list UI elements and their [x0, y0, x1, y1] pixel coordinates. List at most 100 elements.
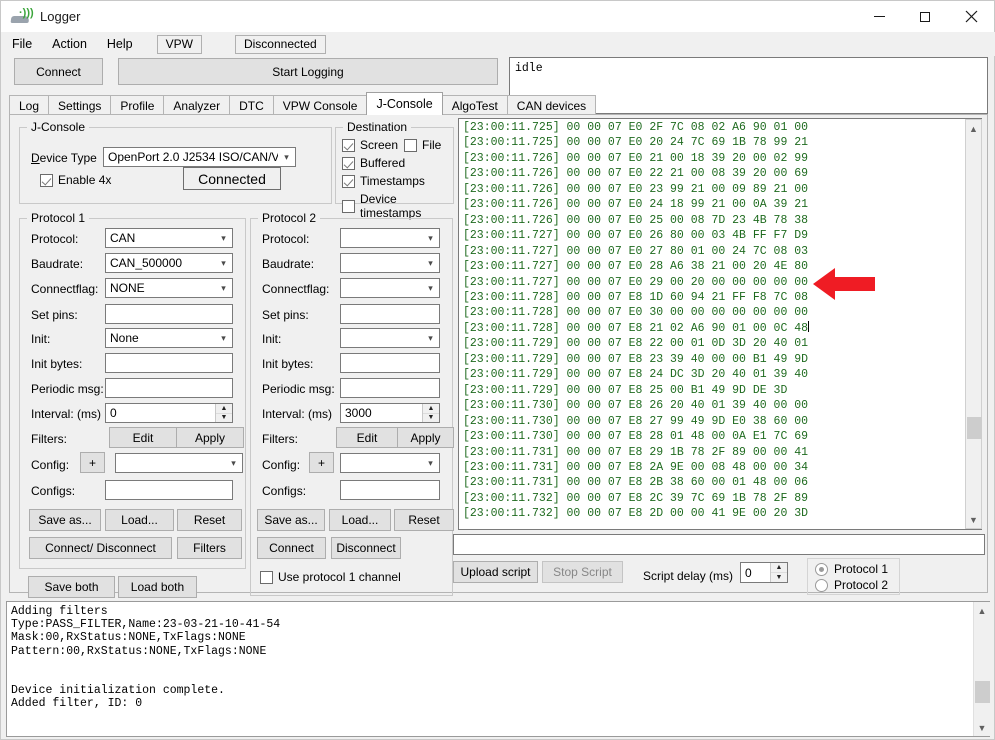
- scrollbar-track[interactable]: [966, 137, 982, 511]
- tab-dtc[interactable]: DTC: [229, 95, 274, 115]
- radio-protocol-1[interactable]: Protocol 1: [815, 562, 888, 576]
- tab-settings[interactable]: Settings: [48, 95, 112, 115]
- console-output-panel[interactable]: [23:00:11.725] 00 00 07 E0 2F 7C 08 02 A…: [458, 118, 982, 530]
- protocol1-config-combo[interactable]: ▾: [115, 453, 243, 473]
- protocol1-init-combo[interactable]: None ▾: [105, 328, 233, 348]
- tab-algotest[interactable]: AlgoTest: [441, 95, 508, 115]
- protocol1-filters-edit-button[interactable]: Edit: [109, 427, 177, 448]
- device-type-combo[interactable]: OpenPort 2.0 J2534 ISO/CAN/VPW ▾: [103, 147, 296, 167]
- protocol2-config-add-button[interactable]: +: [309, 452, 334, 473]
- console-line: [23:00:11.725] 00 00 07 E0 2F 7C 08 02 A…: [463, 121, 809, 134]
- bottom-log-panel[interactable]: Adding filters Type:PASS_FILTER,Name:23-…: [6, 601, 990, 737]
- destination-device-timestamps-checkbox[interactable]: Device timestamps: [342, 192, 453, 220]
- upload-script-button[interactable]: Upload script: [453, 561, 538, 583]
- scroll-down-icon[interactable]: ▼: [974, 719, 990, 736]
- protocol1-interval-value: 0: [110, 406, 117, 420]
- menu-item-action[interactable]: Action: [42, 35, 97, 53]
- protocol1-protocol-combo[interactable]: CAN ▾: [105, 228, 233, 248]
- script-delay-stepper[interactable]: 0 ▲ ▼: [740, 562, 788, 583]
- protocol2-reset-button[interactable]: Reset: [394, 509, 454, 531]
- scrollbar-thumb[interactable]: [967, 417, 982, 439]
- protocol1-save-as-button[interactable]: Save as...: [29, 509, 101, 531]
- menu-item-help[interactable]: Help: [97, 35, 143, 53]
- protocol2-init-combo[interactable]: ▾: [340, 328, 440, 348]
- spinner-arrows[interactable]: ▲ ▼: [770, 563, 787, 582]
- spinner-arrows[interactable]: ▲ ▼: [422, 404, 439, 422]
- console-line: [23:00:11.726] 00 00 07 E0 21 00 18 39 2…: [463, 151, 809, 165]
- protocol2-periodicmsg-input[interactable]: [340, 378, 440, 398]
- protocol1-interval-stepper[interactable]: 0 ▲ ▼: [105, 403, 233, 423]
- load-both-button[interactable]: Load both: [118, 576, 197, 598]
- destination-screen-checkbox[interactable]: Screen: [342, 138, 398, 152]
- scroll-up-icon[interactable]: ▲: [974, 602, 990, 619]
- radio-protocol-2[interactable]: Protocol 2: [815, 578, 888, 592]
- chevron-up-icon[interactable]: ▲: [423, 404, 439, 414]
- destination-timestamps-checkbox[interactable]: Timestamps: [342, 174, 425, 188]
- protocol1-initbytes-input[interactable]: [105, 353, 233, 373]
- maximize-button[interactable]: [902, 1, 948, 32]
- protocol2-save-as-button[interactable]: Save as...: [257, 509, 325, 531]
- protocol2-initbytes-input[interactable]: [340, 353, 440, 373]
- protocol2-filters-label: Filters:: [262, 432, 298, 446]
- scrollbar-track[interactable]: [974, 619, 990, 719]
- destination-file-checkbox[interactable]: File: [404, 138, 441, 152]
- use-protocol1-channel-checkbox[interactable]: Use protocol 1 channel: [260, 570, 401, 584]
- scroll-down-icon[interactable]: ▼: [966, 511, 981, 528]
- protocol1-filters-button[interactable]: Filters: [177, 537, 242, 559]
- minimize-button[interactable]: [856, 1, 902, 32]
- protocol1-baudrate-combo[interactable]: CAN_500000 ▾: [105, 253, 233, 273]
- scrollbar-thumb[interactable]: [975, 681, 990, 703]
- protocol2-load-button[interactable]: Load...: [329, 509, 391, 531]
- bottom-log-vertical-scrollbar[interactable]: ▲ ▼: [973, 602, 990, 736]
- chevron-down-icon[interactable]: ▼: [216, 414, 232, 423]
- tab-profile[interactable]: Profile: [110, 95, 165, 115]
- checkbox-box-icon: [40, 173, 53, 187]
- chevron-up-icon[interactable]: ▲: [771, 563, 787, 573]
- tab-vpw-console[interactable]: VPW Console: [272, 95, 368, 115]
- protocol2-filters-apply-button[interactable]: Apply: [397, 427, 454, 448]
- connect-button[interactable]: Connect: [14, 58, 103, 85]
- protocol2-setpins-input[interactable]: [340, 304, 440, 324]
- start-logging-button[interactable]: Start Logging: [118, 58, 498, 85]
- enable-4x-checkbox[interactable]: Enable 4x: [40, 173, 111, 187]
- tab-log[interactable]: Log: [9, 95, 50, 115]
- tab-analyzer[interactable]: Analyzer: [163, 95, 231, 115]
- console-line: [23:00:11.729] 00 00 07 E8 22 00 01 0D 3…: [463, 337, 809, 351]
- chevron-up-icon[interactable]: ▲: [216, 404, 232, 414]
- console-vertical-scrollbar[interactable]: ▲ ▼: [965, 119, 982, 529]
- protocol1-reset-button[interactable]: Reset: [177, 509, 242, 531]
- chevron-down-icon[interactable]: ▼: [423, 414, 439, 423]
- script-input[interactable]: [453, 534, 985, 555]
- chevron-down-icon[interactable]: ▼: [771, 573, 787, 582]
- destination-buffered-checkbox[interactable]: Buffered: [342, 156, 405, 170]
- close-button[interactable]: [948, 1, 994, 32]
- protocol1-config-add-button[interactable]: +: [80, 452, 105, 473]
- scroll-up-icon[interactable]: ▲: [966, 120, 981, 137]
- console-line: [23:00:11.731] 00 00 07 E8 29 1B 78 2F 8…: [463, 445, 809, 459]
- tab-can-devices[interactable]: CAN devices: [506, 95, 597, 115]
- protocol2-config-combo[interactable]: ▾: [340, 453, 440, 473]
- enable-4x-label: Enable 4x: [58, 173, 112, 187]
- protocol2-filters-edit-button[interactable]: Edit: [336, 427, 398, 448]
- protocol1-baudrate-label: Baudrate:: [31, 257, 84, 271]
- menu-item-file[interactable]: File: [2, 35, 42, 53]
- protocol1-setpins-input[interactable]: [105, 304, 233, 324]
- protocol2-configs-input[interactable]: [340, 480, 440, 500]
- protocol2-baudrate-combo[interactable]: ▾: [340, 253, 440, 273]
- protocol1-configs-input[interactable]: [105, 480, 233, 500]
- protocol1-periodicmsg-input[interactable]: [105, 378, 233, 398]
- protocol2-disconnect-button[interactable]: Disconnect: [331, 537, 401, 559]
- protocol2-protocol-combo[interactable]: ▾: [340, 228, 440, 248]
- protocol2-interval-stepper[interactable]: 3000 ▲ ▼: [340, 403, 440, 423]
- protocol2-baudrate-label: Baudrate:: [262, 257, 315, 271]
- jconsole-group: J-Console Device Type OpenPort 2.0 J2534…: [19, 120, 332, 204]
- protocol1-load-button[interactable]: Load...: [105, 509, 174, 531]
- tab-j-console[interactable]: J-Console: [366, 92, 443, 115]
- protocol1-filters-apply-button[interactable]: Apply: [176, 427, 244, 448]
- protocol2-connectflag-combo[interactable]: ▾: [340, 278, 440, 298]
- protocol1-connectflag-combo[interactable]: NONE ▾: [105, 278, 233, 298]
- save-both-button[interactable]: Save both: [28, 576, 115, 598]
- spinner-arrows[interactable]: ▲ ▼: [215, 404, 232, 422]
- protocol2-connect-button[interactable]: Connect: [257, 537, 326, 559]
- protocol1-connect-disconnect-button[interactable]: Connect/ Disconnect: [29, 537, 172, 559]
